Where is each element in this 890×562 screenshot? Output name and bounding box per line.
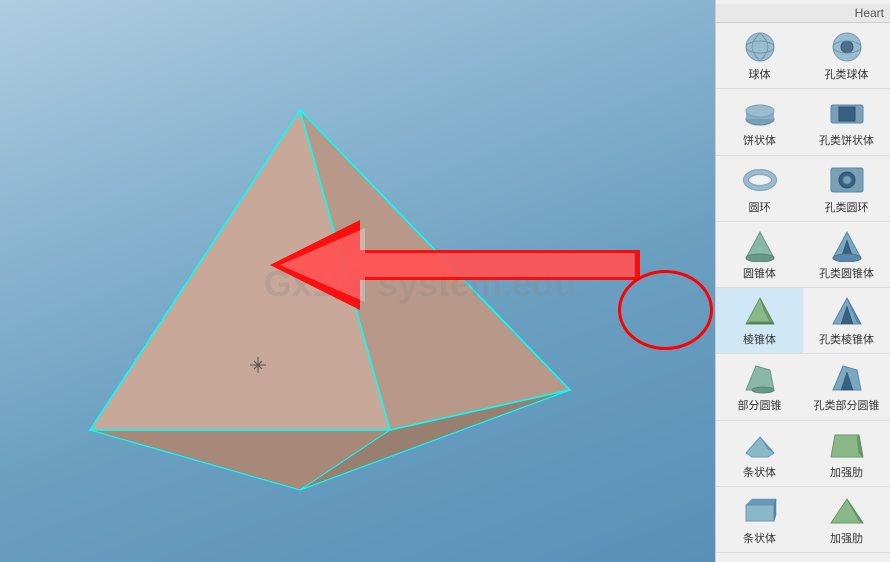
sphere-icon — [740, 29, 780, 65]
sidebar-item-cone[interactable]: 圆锥体 — [716, 222, 803, 287]
hole-sphere-icon — [827, 29, 867, 65]
sidebar-item-hole-torus[interactable]: 孔类圆环 — [803, 156, 890, 221]
sidebar-item-sphere[interactable]: 球体 — [716, 23, 803, 88]
bar-label: 条状体 — [743, 466, 776, 480]
sidebar-item-rib[interactable]: 加强肋 — [803, 421, 890, 486]
sidebar-item-prism[interactable]: 棱锥体 — [716, 288, 803, 353]
sphere-label: 球体 — [749, 68, 771, 82]
torus-label: 圆环 — [749, 201, 771, 215]
sidebar-item-partial-cone[interactable]: 部分圆锥 — [716, 354, 803, 419]
partial-cone-icon — [740, 360, 780, 396]
cone-icon — [740, 228, 780, 264]
rib2-label: 加强肋 — [830, 532, 863, 546]
sidebar-item-hole-cone[interactable]: 孔类圆锥体 — [803, 222, 890, 287]
hole-sphere-label: 孔类球体 — [825, 68, 869, 82]
cone-label: 圆锥体 — [743, 267, 776, 281]
sidebar-item-hole-sphere[interactable]: 孔类球体 — [803, 23, 890, 88]
sidebar-item-bar[interactable]: 条状体 — [716, 421, 803, 486]
rib-label: 加强肋 — [830, 466, 863, 480]
sidebar-row-1: 饼状体 孔类饼状体 — [716, 89, 890, 155]
right-sidebar: Heart 球体 孔类球体 — [715, 0, 890, 562]
pie-label: 饼状体 — [743, 134, 776, 148]
hole-pie-label: 孔类饼状体 — [819, 134, 874, 148]
3d-viewport[interactable]: Gx1网 system.edu — [0, 0, 715, 562]
sidebar-row-7: 条状体 加强肋 — [716, 487, 890, 553]
sidebar-row-6: 条状体 加强肋 — [716, 421, 890, 487]
sidebar-item-hole-prism[interactable]: 孔类棱锥体 — [803, 288, 890, 353]
sidebar-row-0: 球体 孔类球体 — [716, 23, 890, 89]
hole-cone-label: 孔类圆锥体 — [819, 267, 874, 281]
sidebar-item-torus[interactable]: 圆环 — [716, 156, 803, 221]
sidebar-item-bar2[interactable]: 条状体 — [716, 487, 803, 552]
hole-partial-cone-icon — [827, 360, 867, 396]
bar-icon — [740, 427, 780, 463]
partial-cone-label: 部分圆锥 — [738, 399, 782, 413]
prism-label: 棱锥体 — [743, 333, 776, 347]
bar2-label: 条状体 — [743, 532, 776, 546]
torus-icon — [740, 162, 780, 198]
sidebar-item-hole-pie[interactable]: 孔类饼状体 — [803, 89, 890, 154]
hole-cone-icon — [827, 228, 867, 264]
hole-partial-cone-label: 孔类部分圆锥 — [814, 399, 880, 413]
sidebar-row-2: 圆环 孔类圆环 — [716, 156, 890, 222]
hole-torus-icon — [827, 162, 867, 198]
bar2-icon — [740, 493, 780, 529]
heart-label: Heart — [855, 6, 884, 20]
sidebar-row-4: 棱锥体 孔类棱锥体 — [716, 288, 890, 354]
rib2-icon — [827, 493, 867, 529]
pie-icon — [740, 95, 780, 131]
sidebar-item-rib2[interactable]: 加强肋 — [803, 487, 890, 552]
sidebar-item-pie[interactable]: 饼状体 — [716, 89, 803, 154]
sidebar-header: Heart — [716, 4, 890, 23]
sidebar-row-5: 部分圆锥 孔类部分圆锥 — [716, 354, 890, 420]
hole-pie-icon — [827, 95, 867, 131]
rib-icon — [827, 427, 867, 463]
hole-prism-label: 孔类棱锥体 — [819, 333, 874, 347]
hole-torus-label: 孔类圆环 — [825, 201, 869, 215]
sidebar-row-3: 圆锥体 孔类圆锥体 — [716, 222, 890, 288]
prism-icon — [740, 294, 780, 330]
hole-prism-icon — [827, 294, 867, 330]
sidebar-item-hole-partial-cone[interactable]: 孔类部分圆锥 — [803, 354, 890, 419]
